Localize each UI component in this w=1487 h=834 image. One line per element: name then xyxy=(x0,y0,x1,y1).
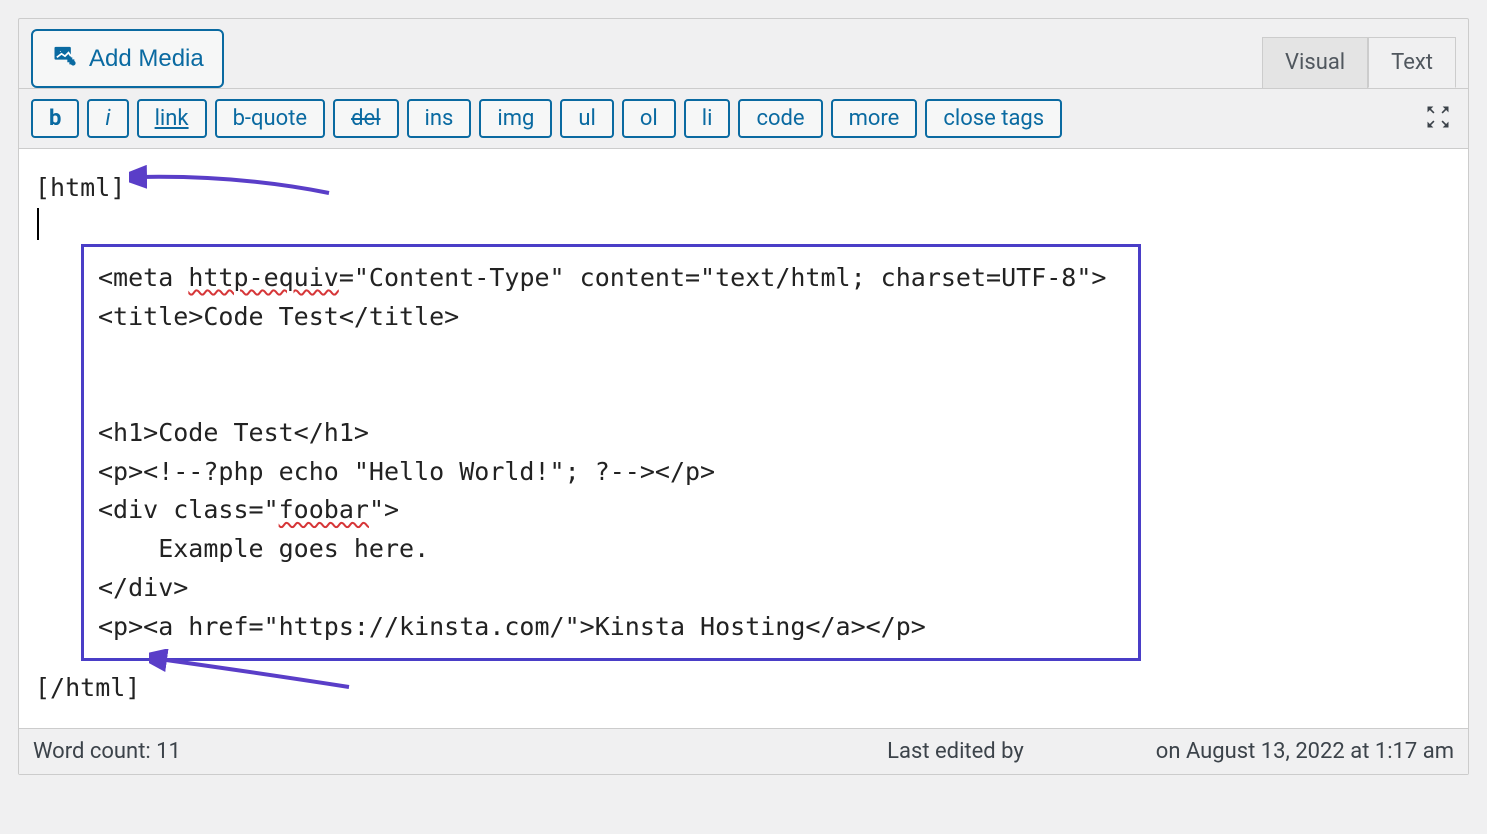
qt-ol-button[interactable]: ol xyxy=(622,99,676,138)
qt-more-button[interactable]: more xyxy=(831,99,918,138)
tab-visual[interactable]: Visual xyxy=(1262,37,1368,88)
tab-text[interactable]: Text xyxy=(1368,37,1456,88)
qt-img-button[interactable]: img xyxy=(479,99,552,138)
fullscreen-button[interactable] xyxy=(1420,99,1456,138)
shortcode-open-tag: [html] xyxy=(35,169,125,208)
qt-li-button[interactable]: li xyxy=(684,99,731,138)
qt-code-button[interactable]: code xyxy=(738,99,822,138)
code-block: <meta http-equiv="Content-Type" content=… xyxy=(81,244,1141,662)
qt-italic-button[interactable]: i xyxy=(87,99,128,138)
editor-textarea[interactable]: [html] <meta http-equiv="Content-Type" c… xyxy=(19,149,1468,728)
quicktags-toolbar: b i link b-quote del ins img ul ol li co… xyxy=(19,88,1468,149)
media-icon xyxy=(51,41,79,76)
word-count: Word count: 11 xyxy=(33,739,181,764)
qt-link-button[interactable]: link xyxy=(137,99,207,138)
qt-bquote-button[interactable]: b-quote xyxy=(215,99,325,138)
qt-closetags-button[interactable]: close tags xyxy=(925,99,1062,138)
fullscreen-icon xyxy=(1424,119,1452,134)
editor-top-bar: Add Media Visual Text xyxy=(19,19,1468,88)
add-media-label: Add Media xyxy=(89,45,204,73)
last-edited-suffix: on August 13, 2022 at 1:17 am xyxy=(1156,739,1454,764)
quicktags-buttons: b i link b-quote del ins img ul ol li co… xyxy=(31,99,1062,138)
qt-del-button[interactable]: del xyxy=(333,99,398,138)
shortcode-close-tag: [/html] xyxy=(35,669,140,708)
text-cursor xyxy=(37,208,39,240)
last-edited-prefix: Last edited by xyxy=(887,739,1024,764)
add-media-button[interactable]: Add Media xyxy=(31,29,224,88)
editor-status-bar: Word count: 11 Last edited by on August … xyxy=(19,728,1468,774)
editor-mode-tabs: Visual Text xyxy=(1262,37,1456,88)
editor-container: Add Media Visual Text b i link b-quote d… xyxy=(18,18,1469,775)
qt-bold-button[interactable]: b xyxy=(31,99,79,138)
qt-ul-button[interactable]: ul xyxy=(560,99,613,138)
word-count-label: Word count: xyxy=(33,739,156,764)
annotation-arrow-top xyxy=(129,165,339,205)
qt-ins-button[interactable]: ins xyxy=(407,99,472,138)
last-edited: Last edited by on August 13, 2022 at 1:1… xyxy=(887,739,1454,764)
word-count-value: 11 xyxy=(156,739,181,764)
